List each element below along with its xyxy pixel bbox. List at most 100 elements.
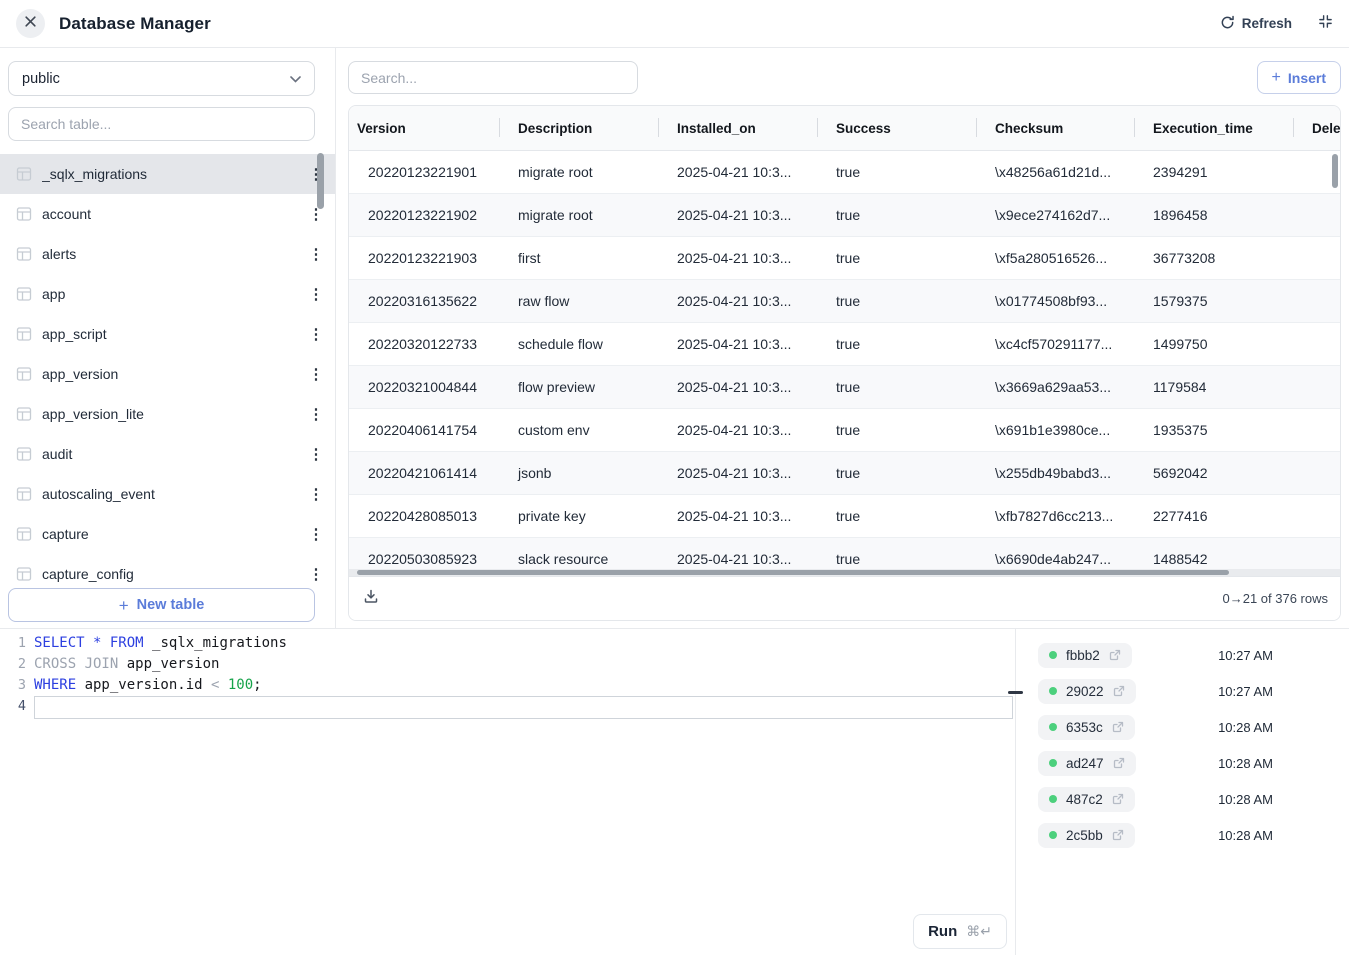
table-menu-button[interactable]: ⋮ — [307, 527, 325, 542]
divider-drag-handle[interactable] — [1008, 691, 1023, 694]
table-row[interactable]: 20220428085013private key2025-04-21 10:3… — [349, 495, 1340, 538]
history-pill[interactable]: ad247 — [1038, 751, 1136, 776]
table-cell[interactable]: 36773208 — [1134, 237, 1293, 279]
table-cell[interactable]: 2025-04-21 10:3... — [658, 237, 817, 279]
editor-line[interactable]: 3 WHERE app_version.id < 100; — [0, 675, 1015, 696]
table-cell[interactable]: 1499750 — [1134, 323, 1293, 365]
table-cell[interactable] — [1293, 194, 1340, 236]
editor-line[interactable]: 2 CROSS JOIN app_version — [0, 654, 1015, 675]
grid-column-header[interactable]: Version — [349, 106, 499, 150]
collapse-window-button[interactable] — [1318, 14, 1333, 34]
table-cell[interactable]: 20220123221901 — [349, 151, 499, 193]
table-cell[interactable]: 2394291 — [1134, 151, 1293, 193]
sidebar-table-item[interactable]: capture ⋮ — [0, 514, 335, 554]
table-cell[interactable]: 1179584 — [1134, 366, 1293, 408]
table-cell[interactable]: 1488542 — [1134, 538, 1293, 569]
table-cell[interactable]: raw flow — [499, 280, 658, 322]
table-cell[interactable]: 5692042 — [1134, 452, 1293, 494]
table-cell[interactable]: 2025-04-21 10:3... — [658, 409, 817, 451]
table-cell[interactable]: \x9ece274162d7... — [976, 194, 1134, 236]
sidebar-table-item[interactable]: capture_config ⋮ — [0, 554, 335, 586]
table-cell[interactable]: 2025-04-21 10:3... — [658, 151, 817, 193]
table-cell[interactable]: 20220320122733 — [349, 323, 499, 365]
sidebar-table-item[interactable]: audit ⋮ — [0, 434, 335, 474]
sidebar-table-item[interactable]: app ⋮ — [0, 274, 335, 314]
table-cell[interactable] — [1293, 495, 1340, 537]
table-cell[interactable]: 20220123221902 — [349, 194, 499, 236]
table-menu-button[interactable]: ⋮ — [307, 327, 325, 342]
new-table-button[interactable]: + New table — [8, 588, 315, 622]
table-cell[interactable]: true — [817, 237, 976, 279]
table-cell[interactable]: true — [817, 495, 976, 537]
table-cell[interactable]: \x3669a629aa53... — [976, 366, 1134, 408]
history-pill[interactable]: fbbb2 — [1038, 643, 1132, 668]
table-cell[interactable] — [1293, 452, 1340, 494]
table-cell[interactable]: 2025-04-21 10:3... — [658, 538, 817, 569]
history-pill[interactable]: 487c2 — [1038, 787, 1135, 812]
table-cell[interactable] — [1293, 366, 1340, 408]
sidebar-table-item[interactable]: app_version_lite ⋮ — [0, 394, 335, 434]
close-button[interactable] — [16, 9, 45, 38]
table-row[interactable]: 20220503085923slack resource2025-04-21 1… — [349, 538, 1340, 569]
grid-column-header[interactable]: Dele — [1293, 106, 1340, 150]
table-cell[interactable]: 20220406141754 — [349, 409, 499, 451]
sidebar-table-item[interactable]: autoscaling_event ⋮ — [0, 474, 335, 514]
table-menu-button[interactable]: ⋮ — [307, 407, 325, 422]
table-cell[interactable]: true — [817, 194, 976, 236]
sidebar-table-item[interactable]: alerts ⋮ — [0, 234, 335, 274]
table-cell[interactable]: slack resource — [499, 538, 658, 569]
insert-button[interactable]: + Insert — [1257, 61, 1341, 94]
sidebar-table-item[interactable]: account ⋮ — [0, 194, 335, 234]
table-cell[interactable]: first — [499, 237, 658, 279]
table-cell[interactable]: 2025-04-21 10:3... — [658, 280, 817, 322]
table-cell[interactable]: private key — [499, 495, 658, 537]
sidebar-scrollbar[interactable] — [317, 153, 324, 209]
table-cell[interactable]: 20220321004844 — [349, 366, 499, 408]
run-button[interactable]: Run ⌘↵ — [913, 914, 1007, 949]
table-cell[interactable]: \x255db49babd3... — [976, 452, 1134, 494]
history-pill[interactable]: 29022 — [1038, 679, 1136, 704]
table-cell[interactable]: 20220316135622 — [349, 280, 499, 322]
table-cell[interactable]: 1579375 — [1134, 280, 1293, 322]
history-pill[interactable]: 2c5bb — [1038, 823, 1135, 848]
table-cell[interactable]: true — [817, 151, 976, 193]
table-menu-button[interactable]: ⋮ — [307, 287, 325, 302]
table-row[interactable]: 20220123221903first2025-04-21 10:3...tru… — [349, 237, 1340, 280]
table-cell[interactable]: \x01774508bf93... — [976, 280, 1134, 322]
grid-column-header[interactable]: Execution_time — [1134, 106, 1293, 150]
schema-select[interactable]: public — [8, 61, 315, 96]
table-cell[interactable]: 2025-04-21 10:3... — [658, 323, 817, 365]
table-cell[interactable]: true — [817, 366, 976, 408]
table-row[interactable]: 20220123221901migrate root2025-04-21 10:… — [349, 151, 1340, 194]
table-cell[interactable]: \xf5a280516526... — [976, 237, 1134, 279]
table-menu-button[interactable]: ⋮ — [307, 207, 325, 222]
table-menu-button[interactable]: ⋮ — [307, 487, 325, 502]
table-cell[interactable]: 20220123221903 — [349, 237, 499, 279]
table-cell[interactable]: 2025-04-21 10:3... — [658, 452, 817, 494]
table-row[interactable]: 20220321004844flow preview2025-04-21 10:… — [349, 366, 1340, 409]
table-cell[interactable]: flow preview — [499, 366, 658, 408]
sidebar-table-item[interactable]: app_version ⋮ — [0, 354, 335, 394]
history-pill[interactable]: 6353c — [1038, 715, 1135, 740]
table-cell[interactable]: \x691b1e3980ce... — [976, 409, 1134, 451]
refresh-button[interactable]: Refresh — [1220, 15, 1292, 33]
table-cell[interactable]: migrate root — [499, 194, 658, 236]
table-cell[interactable]: true — [817, 538, 976, 569]
table-cell[interactable]: true — [817, 280, 976, 322]
table-cell[interactable]: jsonb — [499, 452, 658, 494]
sidebar-table-item[interactable]: app_script ⋮ — [0, 314, 335, 354]
table-cell[interactable] — [1293, 237, 1340, 279]
table-cell[interactable]: 1935375 — [1134, 409, 1293, 451]
table-menu-button[interactable]: ⋮ — [307, 247, 325, 262]
table-cell[interactable]: \xc4cf570291177... — [976, 323, 1134, 365]
table-cell[interactable]: migrate root — [499, 151, 658, 193]
table-row[interactable]: 20220406141754custom env2025-04-21 10:3.… — [349, 409, 1340, 452]
table-cell[interactable]: \x6690de4ab247... — [976, 538, 1134, 569]
grid-column-header[interactable]: Description — [499, 106, 658, 150]
grid-horizontal-scrollbar[interactable] — [357, 570, 1229, 575]
table-cell[interactable]: 20220503085923 — [349, 538, 499, 569]
table-cell[interactable]: 20220421061414 — [349, 452, 499, 494]
grid-search-input[interactable] — [348, 61, 638, 94]
editor-line[interactable]: 4 — [0, 696, 1015, 719]
download-button[interactable] — [361, 586, 381, 611]
